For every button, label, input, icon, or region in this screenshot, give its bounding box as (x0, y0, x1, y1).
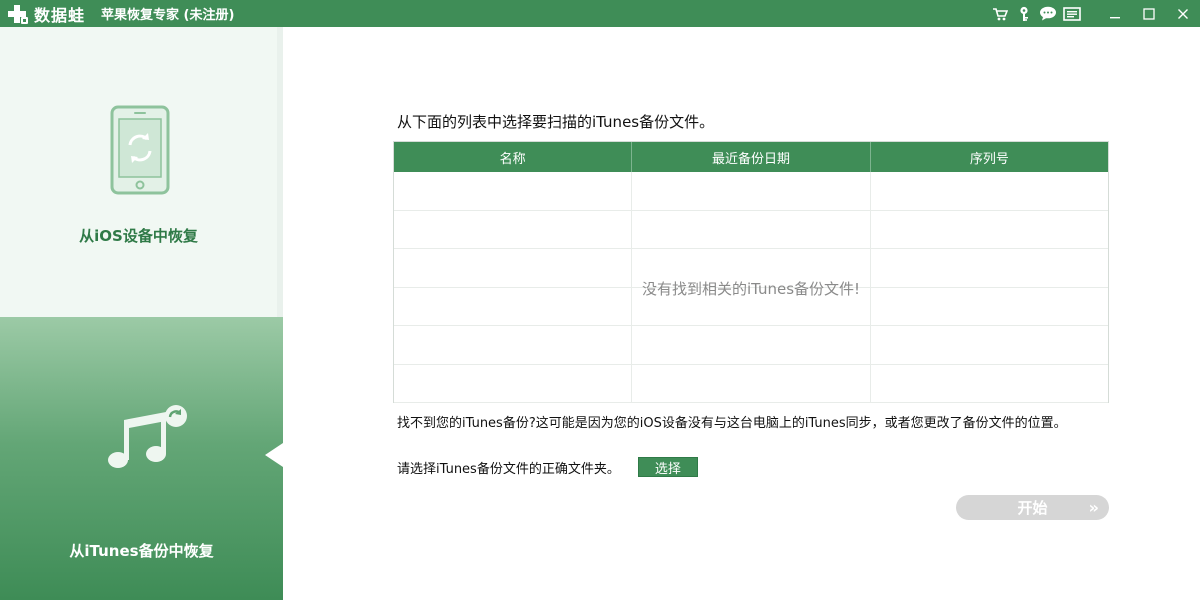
maximize-button[interactable] (1132, 0, 1166, 27)
choose-folder-label: 请选择iTunes备份文件的正确文件夹。 (397, 461, 620, 477)
logo-mark-icon (6, 3, 28, 25)
instruction-text: 从下面的列表中选择要扫描的iTunes备份文件。 (397, 113, 715, 131)
chat-icon[interactable] (1036, 0, 1060, 27)
logo-text: 数据蛙 (34, 5, 86, 25)
feedback-icon[interactable] (1060, 0, 1084, 27)
close-button[interactable] (1166, 0, 1200, 27)
cart-icon[interactable] (988, 0, 1012, 27)
minimize-icon (1110, 16, 1120, 18)
column-header-backup-date[interactable]: 最近备份日期 (632, 142, 871, 172)
column-header-serial[interactable]: 序列号 (871, 142, 1108, 172)
choose-folder-row: 请选择iTunes备份文件的正确文件夹。 选择 (397, 457, 698, 477)
close-icon (1178, 8, 1188, 19)
sidebar: 从iOS设备中恢复 从iTunes备份中恢复 (0, 27, 283, 600)
music-note-refresh-icon (108, 405, 187, 468)
start-button[interactable]: 开始 » (956, 495, 1109, 520)
column-header-name[interactable]: 名称 (394, 142, 633, 172)
double-chevron-right-icon: » (1088, 498, 1099, 517)
titlebar-controls (988, 0, 1200, 27)
help-text: 找不到您的iTunes备份?这可能是因为您的iOS设备没有与这台电脑上的iTun… (397, 416, 1067, 431)
phone-sync-icon (110, 105, 170, 195)
app-title: 苹果恢复专家 (未注册) (101, 8, 235, 23)
active-pointer (265, 443, 283, 467)
table-header: 名称 最近备份日期 序列号 (394, 142, 1108, 172)
start-button-label: 开始 (1017, 499, 1048, 517)
backup-table: 名称 最近备份日期 序列号 没有找到相关的iTunes备份文件! (393, 141, 1109, 403)
title-bar: 数据蛙 苹果恢复专家 (未注册) (0, 0, 1200, 27)
sidebar-item-ios-recovery[interactable]: 从iOS设备中恢复 (0, 27, 283, 317)
sidebar-item-itunes-recovery[interactable]: 从iTunes备份中恢复 (0, 317, 283, 600)
empty-table-message: 没有找到相关的iTunes备份文件! (641, 279, 861, 298)
sidebar-item-label: 从iTunes备份中恢复 (69, 542, 214, 560)
main-panel: 从下面的列表中选择要扫描的iTunes备份文件。 名称 最近备份日期 序列号 没… (283, 27, 1200, 600)
app-logo: 数据蛙 (6, 2, 85, 26)
key-icon[interactable] (1012, 0, 1036, 27)
select-folder-button[interactable]: 选择 (637, 457, 698, 477)
sidebar-item-label: 从iOS设备中恢复 (79, 227, 198, 245)
minimize-button[interactable] (1098, 0, 1132, 27)
table-body: 没有找到相关的iTunes备份文件! (394, 172, 1108, 403)
maximize-icon (1143, 7, 1155, 20)
